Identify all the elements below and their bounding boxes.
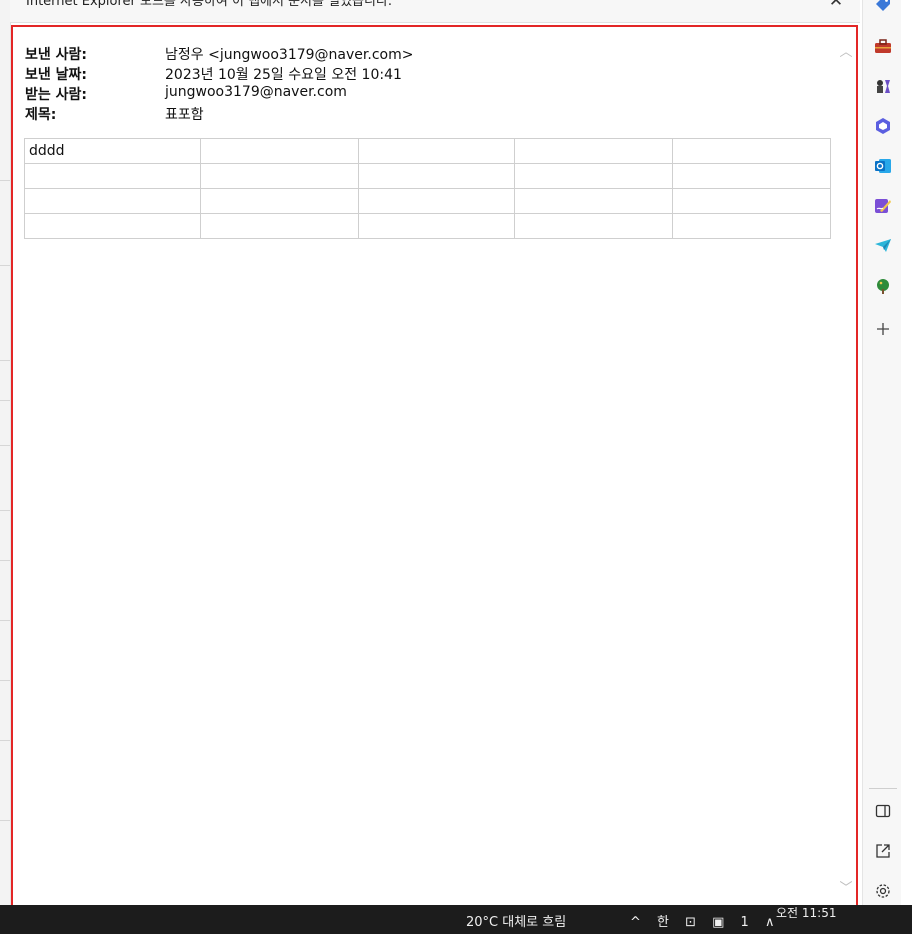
table-row	[24, 188, 831, 214]
table-cell	[199, 188, 359, 214]
table-cell	[357, 213, 516, 239]
ie-mode-info-bar: Internet Explorer 모드를 사용하여 이 탭에서 문서를 열었습…	[10, 0, 860, 23]
table-cell	[514, 188, 674, 214]
table-cell	[357, 138, 516, 164]
subject-label: 제목:	[25, 107, 57, 123]
strip-line	[0, 510, 10, 511]
strip-line	[0, 740, 10, 741]
sent-row: 보낸 날짜: 2023년 10월 25일 수요일 오전 10:41	[25, 64, 525, 84]
sent-label: 보낸 날짜:	[25, 67, 87, 83]
strip-line	[0, 820, 10, 821]
sidebar-separator	[869, 788, 897, 789]
system-tray[interactable]: ^ 한 ⊡ ▣ 1 ∧	[630, 911, 780, 930]
scroll-down-chevron-icon[interactable]: ﹀	[838, 877, 854, 896]
table-cell	[24, 163, 201, 189]
taskbar-clock[interactable]: 오전 11:51	[776, 905, 836, 921]
outlook-icon[interactable]	[874, 157, 892, 175]
strip-line	[0, 445, 10, 446]
table-cell: dddd	[24, 138, 201, 164]
table-row	[24, 163, 831, 189]
strip-line	[0, 400, 10, 401]
edge-sidebar	[862, 0, 901, 905]
strip-line	[0, 680, 10, 681]
strip-line	[0, 560, 10, 561]
table-cell	[199, 163, 359, 189]
open-external-icon[interactable]	[874, 842, 892, 860]
table-row	[24, 213, 831, 239]
to-label: 받는 사람:	[25, 87, 87, 103]
table-cell	[357, 188, 516, 214]
info-bar-text: Internet Explorer 모드를 사용하여 이 탭에서 문서를 열었습…	[26, 0, 393, 9]
table-cell	[672, 163, 831, 189]
add-icon[interactable]	[874, 320, 892, 338]
close-icon[interactable]: ✕	[828, 0, 844, 10]
to-value: jungwoo3179@naver.com	[165, 84, 347, 100]
table-cell	[672, 138, 831, 164]
strip-line	[0, 360, 10, 361]
weather-widget[interactable]: 20°C 대체로 흐림	[466, 911, 566, 930]
table-cell	[672, 188, 831, 214]
designer-icon[interactable]	[874, 197, 892, 215]
email-body-table: dddd	[24, 138, 831, 239]
table-cell	[514, 138, 674, 164]
chess-icon[interactable]	[874, 77, 892, 95]
strip-line	[0, 620, 10, 621]
email-print-frame: 보낸 사람: 남정우 <jungwoo3179@naver.com> 보낸 날짜…	[11, 25, 858, 907]
table-cell	[199, 213, 359, 239]
table-cell	[199, 138, 359, 164]
microsoft365-icon[interactable]	[874, 117, 892, 135]
send-icon[interactable]	[874, 237, 892, 255]
tag-icon[interactable]	[874, 0, 892, 14]
to-row: 받는 사람: jungwoo3179@naver.com	[25, 84, 525, 104]
table-cell	[357, 163, 516, 189]
from-row: 보낸 사람: 남정우 <jungwoo3179@naver.com>	[25, 44, 525, 64]
strip-line	[0, 265, 10, 266]
windows-taskbar: 20°C 대체로 흐림 ^ 한 ⊡ ▣ 1 ∧ 오전 11:51	[0, 905, 912, 934]
subject-value: 표포함	[165, 107, 204, 123]
background-app-strip	[0, 0, 11, 905]
email-header: 보낸 사람: 남정우 <jungwoo3179@naver.com> 보낸 날짜…	[25, 44, 525, 124]
from-label: 보낸 사람:	[25, 47, 87, 63]
split-screen-icon[interactable]	[874, 802, 892, 820]
toolbox-icon[interactable]	[874, 37, 892, 55]
table-cell	[24, 213, 201, 239]
from-value: 남정우 <jungwoo3179@naver.com>	[165, 47, 414, 63]
table-cell	[24, 188, 201, 214]
table-cell	[514, 163, 674, 189]
table-cell	[514, 213, 674, 239]
scroll-up-chevron-icon[interactable]: ︿	[838, 41, 854, 60]
tree-icon[interactable]	[874, 277, 892, 295]
table-row: dddd	[24, 138, 831, 164]
subject-row: 제목: 표포함	[25, 104, 525, 124]
sent-value: 2023년 10월 25일 수요일 오전 10:41	[165, 67, 402, 83]
strip-line	[0, 180, 10, 181]
table-cell	[672, 213, 831, 239]
settings-icon[interactable]	[874, 882, 892, 900]
